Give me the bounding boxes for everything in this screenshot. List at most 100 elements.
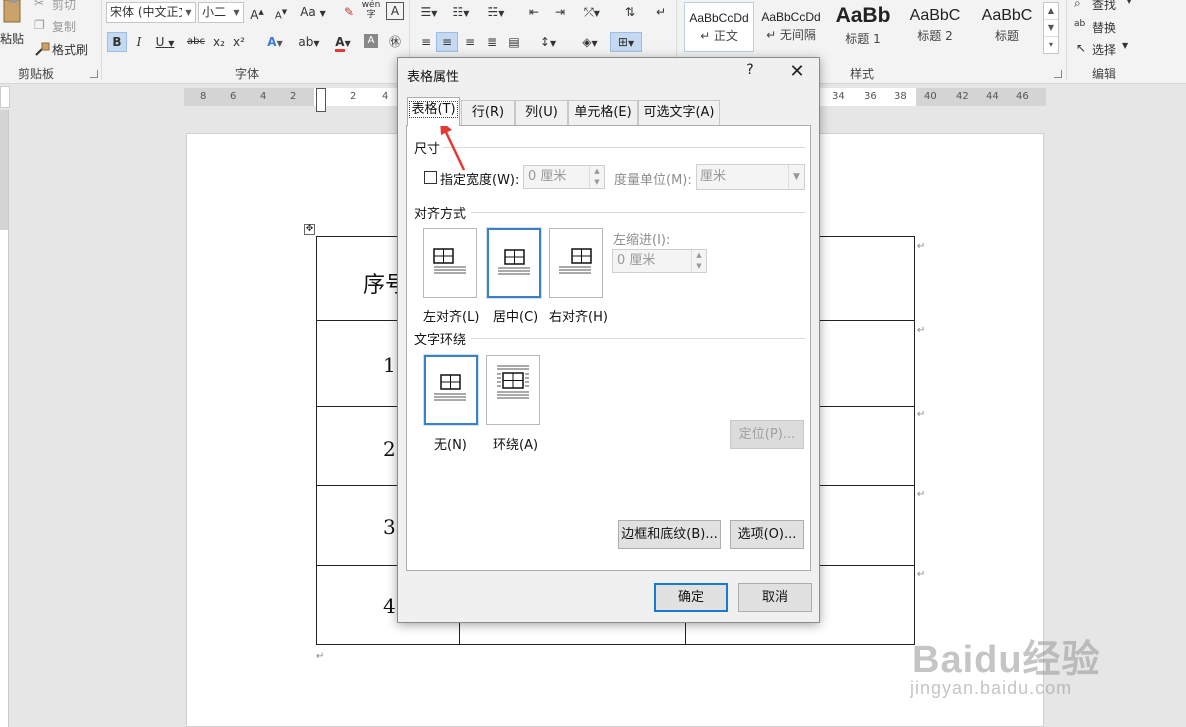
wrap-none-label: 无(N) bbox=[434, 438, 467, 453]
tab-alt-text[interactable]: 可选文字(A) bbox=[638, 100, 720, 125]
positioning-button[interactable]: 定位(P)... bbox=[730, 420, 804, 449]
multilevel-list-button[interactable]: ☵▼ bbox=[482, 2, 510, 22]
align-right-button[interactable]: ≡ bbox=[460, 32, 480, 52]
tab-table[interactable]: 表格(T) bbox=[407, 97, 460, 126]
chevron-down-icon[interactable]: ▼ bbox=[182, 3, 195, 22]
phonetic-guide-button[interactable]: wén 字 bbox=[360, 0, 382, 20]
paintbrush-icon bbox=[35, 42, 50, 56]
borders-and-shading-button[interactable]: 边框和底纹(B)... bbox=[618, 520, 721, 549]
align-left-option[interactable] bbox=[423, 228, 477, 298]
wrap-around-option[interactable] bbox=[486, 355, 540, 425]
chevron-down-icon[interactable]: ▼ bbox=[788, 165, 804, 189]
char-border-button[interactable]: A bbox=[386, 2, 404, 20]
cut-button[interactable]: ✂ 剪切 bbox=[34, 0, 84, 12]
scissors-icon: ✂ bbox=[34, 0, 45, 10]
style-title-name: 标题 bbox=[994, 29, 1019, 43]
chevron-down-icon[interactable]: ▼ bbox=[1044, 20, 1058, 37]
editing-group-label: 编辑 bbox=[1092, 67, 1117, 81]
font-color-button[interactable]: A▼ bbox=[330, 32, 356, 52]
increase-indent-button[interactable]: ⇥ bbox=[550, 2, 570, 22]
clear-formatting-button[interactable]: ✎ bbox=[340, 2, 358, 22]
numbering-button[interactable]: ☷▼ bbox=[448, 2, 474, 22]
vertical-ruler[interactable] bbox=[0, 110, 9, 727]
char-shading-button[interactable]: A bbox=[364, 34, 378, 48]
indent-stepper[interactable]: ▲ ▼ bbox=[691, 250, 706, 272]
asian-layout-button[interactable]: ⤱▼ bbox=[578, 2, 606, 22]
wrap-around-icon bbox=[497, 365, 529, 399]
underline-icon: U bbox=[155, 35, 165, 49]
italic-button[interactable]: I bbox=[131, 32, 147, 52]
styles-gallery-scroll[interactable]: ▲ ▼ ▾ bbox=[1043, 2, 1059, 54]
highlight-button[interactable]: ab▼ bbox=[296, 32, 322, 52]
close-icon[interactable]: ✕ bbox=[786, 61, 808, 83]
table-move-handle-icon[interactable]: ✥ bbox=[304, 224, 315, 235]
align-left-button[interactable]: ≡ bbox=[416, 32, 436, 52]
font-name-combo[interactable]: 宋体 (中文正文 ▼ bbox=[106, 2, 196, 23]
paste-button[interactable]: 粘贴 bbox=[0, 0, 26, 48]
tab-column[interactable]: 列(U) bbox=[515, 100, 568, 125]
font-size-combo[interactable]: 小二 ▼ bbox=[198, 2, 244, 23]
copy-button[interactable]: ❐ 复制 bbox=[34, 16, 84, 36]
tab-cell[interactable]: 单元格(E) bbox=[568, 100, 638, 125]
clipboard-launcher-icon[interactable] bbox=[90, 70, 98, 78]
font-size-value: 小二 bbox=[202, 5, 227, 19]
distributed-button[interactable]: ▤ bbox=[504, 32, 524, 52]
strikethrough-button[interactable]: abc bbox=[185, 32, 207, 52]
width-input[interactable]: 0 厘米 ▲ ▼ bbox=[523, 165, 605, 189]
wrap-none-option[interactable] bbox=[423, 354, 479, 426]
change-case-button[interactable]: Aa ▼ bbox=[298, 2, 328, 22]
select-button[interactable]: ↖ 选择 ▼ bbox=[1074, 39, 1144, 59]
decrease-indent-button[interactable]: ⇤ bbox=[524, 2, 544, 22]
style-normal[interactable]: AaBbCcDd ↵ 正文 bbox=[684, 2, 754, 52]
indent-input[interactable]: 0 厘米 ▲ ▼ bbox=[612, 249, 707, 273]
bullets-button[interactable]: ☰▼ bbox=[416, 2, 442, 22]
width-value: 0 厘米 bbox=[528, 169, 567, 184]
justify-button[interactable]: ≣ bbox=[482, 32, 502, 52]
subscript-button[interactable]: x₂ bbox=[210, 32, 228, 52]
help-icon[interactable]: ? bbox=[743, 62, 757, 82]
find-button[interactable]: ⌕ 查找 ▼ bbox=[1074, 0, 1144, 12]
width-stepper[interactable]: ▲ ▼ bbox=[589, 166, 604, 188]
style-heading-1[interactable]: AaBb 标题 1 bbox=[828, 2, 898, 52]
dialog-title: 表格属性 bbox=[407, 70, 460, 85]
align-right-option[interactable] bbox=[549, 228, 603, 298]
bold-button[interactable]: B bbox=[107, 32, 127, 52]
underline-button[interactable]: U ▼ bbox=[152, 32, 178, 52]
phonetic-guide-icon: wén bbox=[361, 0, 381, 10]
italic-icon: I bbox=[136, 35, 142, 49]
strikethrough-icon: abc bbox=[187, 36, 205, 47]
sort-button[interactable]: ⇅ bbox=[620, 2, 640, 22]
align-center-button[interactable]: ≡ bbox=[436, 32, 458, 52]
align-center-option[interactable] bbox=[486, 227, 542, 299]
more-icon[interactable]: ▾ bbox=[1044, 37, 1058, 54]
borders-button[interactable]: ⊞▼ bbox=[610, 32, 642, 52]
style-heading-2[interactable]: AaBbC 标题 2 bbox=[900, 2, 970, 52]
chevron-up-icon[interactable]: ▲ bbox=[590, 166, 604, 177]
measure-in-select[interactable]: 厘米 ▼ bbox=[696, 164, 805, 190]
format-painter-button[interactable]: 格式刷 bbox=[34, 39, 96, 59]
chevron-down-icon[interactable]: ▼ bbox=[590, 177, 604, 188]
chevron-up-icon[interactable]: ▲ bbox=[1044, 3, 1058, 20]
cancel-button[interactable]: 取消 bbox=[738, 583, 812, 612]
text-effects-button[interactable]: A▼ bbox=[262, 32, 288, 52]
styles-launcher-icon[interactable] bbox=[1054, 70, 1062, 78]
shrink-font-button[interactable]: A▼ bbox=[272, 2, 290, 22]
chevron-down-icon[interactable]: ▼ bbox=[692, 261, 706, 272]
ruler-indent-marker[interactable] bbox=[316, 88, 326, 112]
show-marks-button[interactable]: ↵ bbox=[652, 2, 670, 22]
ruler-tick: 36 bbox=[864, 91, 877, 102]
cancel-label: 取消 bbox=[761, 590, 788, 605]
replace-button[interactable]: ab 替换 bbox=[1074, 17, 1134, 37]
chevron-down-icon[interactable]: ▼ bbox=[230, 3, 243, 22]
superscript-button[interactable]: x² bbox=[230, 32, 248, 52]
chevron-up-icon[interactable]: ▲ bbox=[692, 250, 706, 261]
options-button[interactable]: 选项(O)... bbox=[730, 520, 804, 549]
line-spacing-button[interactable]: ↕▼ bbox=[534, 32, 562, 52]
grow-font-button[interactable]: A▲ bbox=[248, 2, 266, 22]
ok-button[interactable]: 确定 bbox=[654, 583, 728, 612]
style-no-spacing[interactable]: AaBbCcDd ↵ 无间隔 bbox=[756, 2, 826, 52]
align-right-label: 右对齐(H) bbox=[549, 310, 608, 325]
shading-button[interactable]: ◈▼ bbox=[576, 32, 604, 52]
style-title[interactable]: AaBbC 标题 bbox=[972, 2, 1042, 52]
enclose-char-button[interactable]: ㊡ bbox=[386, 32, 404, 52]
